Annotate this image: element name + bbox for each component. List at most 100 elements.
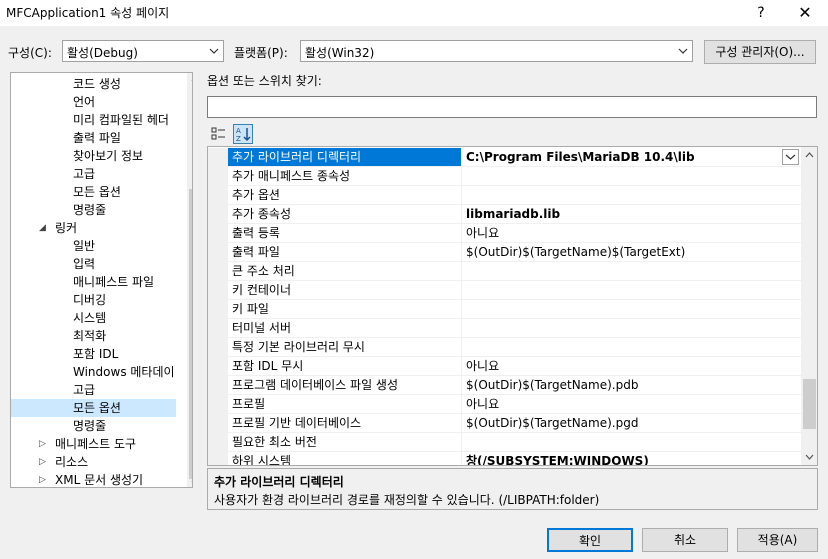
tree-item[interactable]: 언어: [11, 93, 176, 111]
svg-text:A: A: [236, 127, 241, 135]
tree-item[interactable]: 고급: [11, 381, 176, 399]
property-value[interactable]: 창(/SUBSYSTEM:WINDOWS): [462, 452, 801, 465]
property-row[interactable]: 키 파일: [208, 300, 801, 319]
property-row[interactable]: 프로필 기반 데이터베이스 $(OutDir)$(TargetName).pgd: [208, 414, 801, 433]
tree-item[interactable]: 코드 생성: [11, 75, 176, 93]
property-grid[interactable]: 추가 라이브러리 디렉터리 C:\Program Files\MariaDB 10…: [207, 146, 818, 466]
cancel-button[interactable]: 취소: [642, 528, 728, 552]
scroll-up-icon[interactable]: [805, 151, 814, 159]
config-combo[interactable]: 활성(Debug): [62, 40, 224, 62]
property-value[interactable]: [462, 338, 801, 357]
ok-button[interactable]: 확인: [547, 528, 633, 552]
property-row[interactable]: 특정 기본 라이브러리 무시: [208, 338, 801, 357]
property-row[interactable]: 큰 주소 처리: [208, 262, 801, 281]
property-row[interactable]: 출력 파일 $(OutDir)$(TargetName)$(TargetExt): [208, 243, 801, 262]
close-button[interactable]: ✕: [790, 2, 820, 24]
scroll-down-icon[interactable]: [805, 453, 814, 461]
property-tree[interactable]: 코드 생성 언어 미리 컴파일된 헤더 출력 파일 찾아보기 정보 고급 모든 옵션 명령줄 ◢…: [10, 72, 193, 488]
property-row[interactable]: 추가 매니페스트 종속성: [208, 167, 801, 186]
property-value[interactable]: 아니요: [462, 357, 801, 376]
tree-item[interactable]: ▷ 매니페스트 도구: [11, 435, 176, 453]
property-row[interactable]: 포함 IDL 무시 아니요: [208, 357, 801, 376]
categorized-view-button[interactable]: [209, 124, 229, 144]
collapsed-arrow-icon[interactable]: ▷: [39, 435, 46, 453]
property-value[interactable]: [462, 186, 801, 205]
value-dropdown-button[interactable]: [782, 149, 799, 165]
tree-item[interactable]: 디버깅: [11, 291, 176, 309]
property-row[interactable]: 프로그램 데이터베이스 파일 생성 $(OutDir)$(TargetName).…: [208, 376, 801, 395]
row-gutter: [208, 414, 228, 433]
property-value[interactable]: 아니요: [462, 224, 801, 243]
platform-label: 플랫폼(P):: [234, 46, 288, 60]
property-value[interactable]: [462, 262, 801, 281]
tree-item-label: 언어: [73, 95, 96, 109]
property-value[interactable]: [462, 281, 801, 300]
row-gutter: [208, 338, 228, 357]
config-value: 활성(Debug): [67, 46, 138, 60]
property-value[interactable]: $(OutDir)$(TargetName)$(TargetExt): [462, 243, 801, 262]
collapsed-arrow-icon[interactable]: ▷: [39, 471, 46, 487]
tree-item[interactable]: 최적화: [11, 327, 176, 345]
tree-item-label: 모든 옵션: [73, 401, 121, 415]
property-value[interactable]: $(OutDir)$(TargetName).pdb: [462, 376, 801, 395]
property-row[interactable]: 추가 옵션: [208, 186, 801, 205]
configuration-manager-button[interactable]: 구성 관리자(O)...: [704, 40, 816, 64]
tree-item[interactable]: 찾아보기 정보: [11, 147, 176, 165]
tree-item[interactable]: 고급: [11, 165, 176, 183]
tree-item[interactable]: Windows 메타데이: [11, 363, 176, 381]
tree-item[interactable]: 매니페스트 파일: [11, 273, 176, 291]
property-row[interactable]: 하위 시스템 창(/SUBSYSTEM:WINDOWS): [208, 452, 801, 465]
property-row[interactable]: 추가 라이브러리 디렉터리 C:\Program Files\MariaDB 10…: [208, 148, 801, 167]
tree-item[interactable]: 입력: [11, 255, 176, 273]
property-row[interactable]: 필요한 최소 버전: [208, 433, 801, 452]
property-row[interactable]: 추가 종속성 libmariadb.lib: [208, 205, 801, 224]
tree-item[interactable]: ▷ 리소스: [11, 453, 176, 471]
tree-item[interactable]: ▷ XML 문서 생성기: [11, 471, 176, 487]
row-gutter: [208, 281, 228, 300]
tree-item[interactable]: 명령줄: [11, 417, 176, 435]
property-row[interactable]: 출력 등록 아니요: [208, 224, 801, 243]
property-row[interactable]: 프로필 아니요: [208, 395, 801, 414]
property-value[interactable]: C:\Program Files\MariaDB 10.4\lib: [462, 148, 801, 167]
search-label: 옵션 또는 스위치 찾기:: [207, 74, 322, 88]
property-row[interactable]: 터미널 서버: [208, 319, 801, 338]
tree-item-label: 리소스: [55, 455, 89, 469]
tree-item[interactable]: 모든 옵션: [11, 399, 176, 417]
property-value[interactable]: [462, 167, 801, 186]
platform-combo[interactable]: 활성(Win32): [300, 40, 693, 62]
scroll-up-icon[interactable]: [191, 75, 193, 83]
property-value[interactable]: 아니요: [462, 395, 801, 414]
tree-item[interactable]: 포함 IDL: [11, 345, 176, 363]
tree-item-label: 코드 생성: [73, 77, 121, 91]
apply-button[interactable]: 적용(A): [737, 528, 818, 552]
property-value[interactable]: [462, 319, 801, 338]
tree-item-label: 고급: [73, 383, 96, 397]
tree-item[interactable]: 모든 옵션: [11, 183, 176, 201]
property-value[interactable]: $(OutDir)$(TargetName).pgd: [462, 414, 801, 433]
scroll-down-icon[interactable]: [191, 479, 193, 487]
tree-item[interactable]: 출력 파일: [11, 129, 176, 147]
tree-item[interactable]: 미리 컴파일된 헤더: [11, 111, 176, 129]
property-value[interactable]: [462, 433, 801, 452]
expanded-arrow-icon[interactable]: ◢: [39, 219, 46, 237]
property-name: 하위 시스템: [228, 452, 462, 465]
tree-scroll-thumb[interactable]: [189, 189, 192, 479]
row-gutter: [208, 319, 228, 338]
row-gutter: [208, 262, 228, 281]
tree-item[interactable]: 시스템: [11, 309, 176, 327]
row-gutter: [208, 186, 228, 205]
tree-item[interactable]: 일반: [11, 237, 176, 255]
property-value[interactable]: [462, 300, 801, 319]
property-value[interactable]: libmariadb.lib: [462, 205, 801, 224]
property-name: 출력 파일: [228, 243, 462, 262]
description-text: 사용자가 환경 라이브러리 경로를 재정의할 수 있습니다. (/LIBPATH…: [214, 493, 600, 507]
search-input[interactable]: [207, 96, 817, 118]
collapsed-arrow-icon[interactable]: ▷: [39, 453, 46, 471]
help-button[interactable]: ?: [748, 2, 774, 24]
grid-scroll-thumb[interactable]: [803, 379, 816, 429]
tree-item-label: 찾아보기 정보: [73, 149, 144, 163]
tree-item[interactable]: 명령줄: [11, 201, 176, 219]
tree-item[interactable]: ◢ 링커: [11, 219, 176, 237]
property-row[interactable]: 키 컨테이너: [208, 281, 801, 300]
alphabetical-view-button[interactable]: A Z: [233, 124, 253, 144]
